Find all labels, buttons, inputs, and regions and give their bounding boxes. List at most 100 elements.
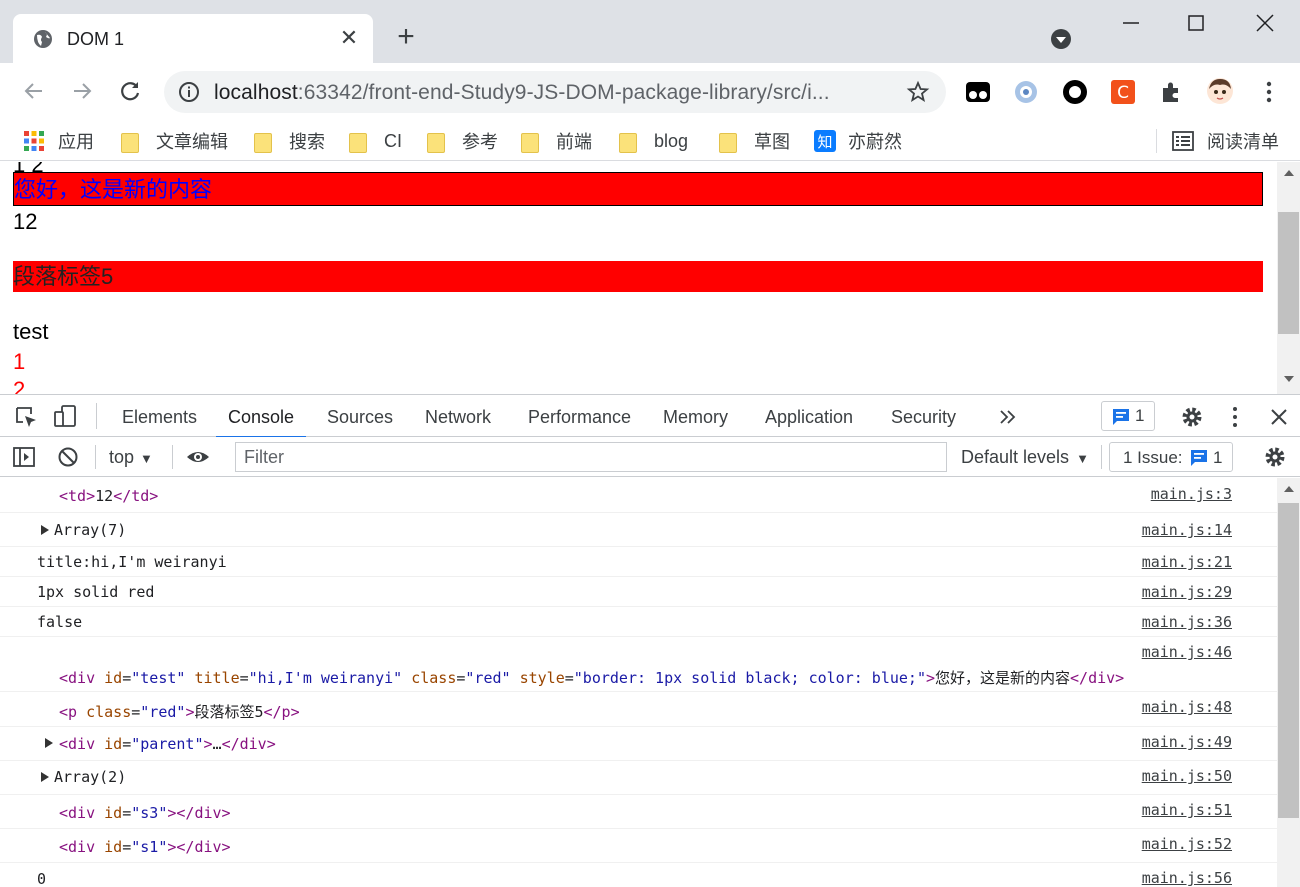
log-levels-dropdown[interactable]: Default levels ▼ [961,437,1089,477]
address-bar[interactable]: localhost:63342/front-end-Study9-JS-DOM-… [164,71,946,113]
console-settings-gear-icon[interactable] [1263,445,1287,469]
bookmark-folder[interactable]: 草图 [719,121,790,161]
issues-button[interactable]: 1 Issue: 1 [1109,442,1233,472]
tab-application[interactable]: Application [765,395,853,437]
source-link[interactable]: main.js:3 [1151,485,1232,503]
back-icon[interactable] [20,77,48,105]
bookmark-folder[interactable]: blog [619,121,688,161]
clear-console-icon[interactable] [56,445,80,469]
extension-swirl-icon[interactable] [1013,79,1039,105]
console-message[interactable]: <td>12</td> main.js:3 [0,478,1277,513]
more-tabs-icon[interactable] [996,405,1020,429]
scroll-up-icon[interactable] [1284,486,1294,492]
log-text[interactable]: <div id="s1"></div> [59,838,231,856]
page-scrollbar-thumb[interactable] [1278,212,1299,334]
bookmark-star-icon[interactable] [906,80,930,104]
url-text[interactable]: localhost:63342/front-end-Study9-JS-DOM-… [214,81,830,105]
scroll-down-icon[interactable] [1284,376,1294,382]
log-text[interactable]: 1px solid red [37,583,154,601]
context-selector[interactable]: top ▼ [109,437,153,477]
reading-list-button[interactable]: 阅读清单 [1172,121,1279,161]
bookmark-zhihu[interactable]: 知 亦蔚然 [814,121,902,161]
console-message[interactable]: <div id="s1"></div> main.js:52 [0,829,1277,863]
console-message[interactable]: main.js:46 <div id="test" title="hi,I'm … [0,637,1277,692]
messages-badge[interactable]: 1 [1101,401,1155,431]
expand-triangle-icon[interactable] [41,525,49,535]
expand-triangle-icon[interactable] [41,772,49,782]
bookmark-folder[interactable]: CI [349,121,402,161]
tab-performance[interactable]: Performance [528,395,631,437]
console-message[interactable]: <div id="parent">…</div> main.js:49 [0,727,1277,761]
browser-tab[interactable]: DOM 1 ✕ [13,14,373,64]
expand-triangle-icon[interactable] [45,738,53,748]
devtools-menu-icon[interactable] [1223,405,1247,429]
log-text[interactable]: <div id="s3"></div> [59,804,231,822]
new-tab-icon[interactable]: + [393,22,419,52]
minimize-icon[interactable] [1118,10,1144,36]
source-link[interactable]: main.js:52 [1142,835,1232,853]
site-info-icon[interactable] [178,81,200,103]
tab-security[interactable]: Security [891,395,956,437]
tab-console[interactable]: Console [215,395,307,438]
source-link[interactable]: main.js:56 [1142,869,1232,887]
log-text[interactable]: <td>12</td> [59,487,158,505]
extension-c-icon[interactable]: C [1110,79,1136,105]
device-toolbar-icon[interactable] [53,404,77,428]
source-link[interactable]: main.js:21 [1142,553,1232,571]
source-link[interactable]: main.js:49 [1142,733,1232,751]
source-link[interactable]: main.js:51 [1142,801,1232,819]
extension-circle-icon[interactable] [1062,79,1088,105]
extension-tampermonkey-icon[interactable] [965,79,991,105]
tab-elements[interactable]: Elements [122,395,197,437]
log-text[interactable]: Array(2) [54,768,126,786]
log-text[interactable]: <div id="parent">…</div> [59,735,276,753]
console-message[interactable]: 0 main.js:56 [0,863,1277,887]
log-text[interactable]: title:hi,I'm weiranyi [37,553,227,571]
source-link[interactable]: main.js:46 [1142,643,1232,661]
bookmark-folder[interactable]: 前端 [521,121,592,161]
inspect-element-icon[interactable] [14,405,38,429]
reload-icon[interactable] [116,77,144,105]
settings-gear-icon[interactable] [1180,405,1204,429]
console-filter-input[interactable] [235,442,947,472]
source-link[interactable]: main.js:14 [1142,521,1232,539]
show-sidebar-icon[interactable] [12,445,36,469]
console-message[interactable]: 1px solid red main.js:29 [0,577,1277,607]
window-close-icon[interactable] [1252,10,1278,36]
console-scrollbar-thumb[interactable] [1278,503,1299,818]
close-tab-icon[interactable]: ✕ [337,26,361,50]
bookmark-folder[interactable]: 文章编辑 [121,121,228,161]
log-text[interactable]: false [37,613,82,631]
log-text[interactable]: <p class="red">段落标签5</p> [59,701,300,722]
log-text[interactable]: 0 [37,870,46,887]
log-text[interactable]: <div id="test" title="hi,I'm weiranyi" c… [59,667,1124,688]
tab-sources[interactable]: Sources [327,395,393,437]
source-link[interactable]: main.js:29 [1142,583,1232,601]
source-link[interactable]: main.js:50 [1142,767,1232,785]
console-message[interactable]: <p class="red">段落标签5</p> main.js:48 [0,692,1277,727]
source-link[interactable]: main.js:48 [1142,698,1232,716]
scroll-up-icon[interactable] [1284,170,1294,176]
tab-network[interactable]: Network [425,395,491,437]
console-message[interactable]: Array(7) main.js:14 [0,513,1277,547]
bookmark-apps[interactable]: 应用 [24,121,94,161]
live-expression-eye-icon[interactable] [186,445,210,469]
console-message[interactable]: false main.js:36 [0,607,1277,637]
tab-search-icon[interactable] [1050,28,1072,50]
close-devtools-icon[interactable] [1267,405,1291,429]
console-message[interactable]: Array(2) main.js:50 [0,761,1277,795]
console-scrollbar[interactable] [1277,478,1300,887]
log-text[interactable]: Array(7) [54,521,126,539]
bookmark-folder[interactable]: 搜索 [254,121,325,161]
bookmark-folder[interactable]: 参考 [427,121,498,161]
tab-memory[interactable]: Memory [663,395,728,437]
forward-icon[interactable] [68,77,96,105]
menu-kebab-icon[interactable] [1256,79,1282,105]
console-message[interactable]: <div id="s3"></div> main.js:51 [0,795,1277,829]
page-scrollbar[interactable] [1277,162,1300,394]
source-link[interactable]: main.js:36 [1142,613,1232,631]
console-message[interactable]: title:hi,I'm weiranyi main.js:21 [0,547,1277,577]
extensions-puzzle-icon[interactable] [1158,79,1184,105]
profile-avatar[interactable] [1206,77,1234,105]
maximize-icon[interactable] [1183,10,1209,36]
